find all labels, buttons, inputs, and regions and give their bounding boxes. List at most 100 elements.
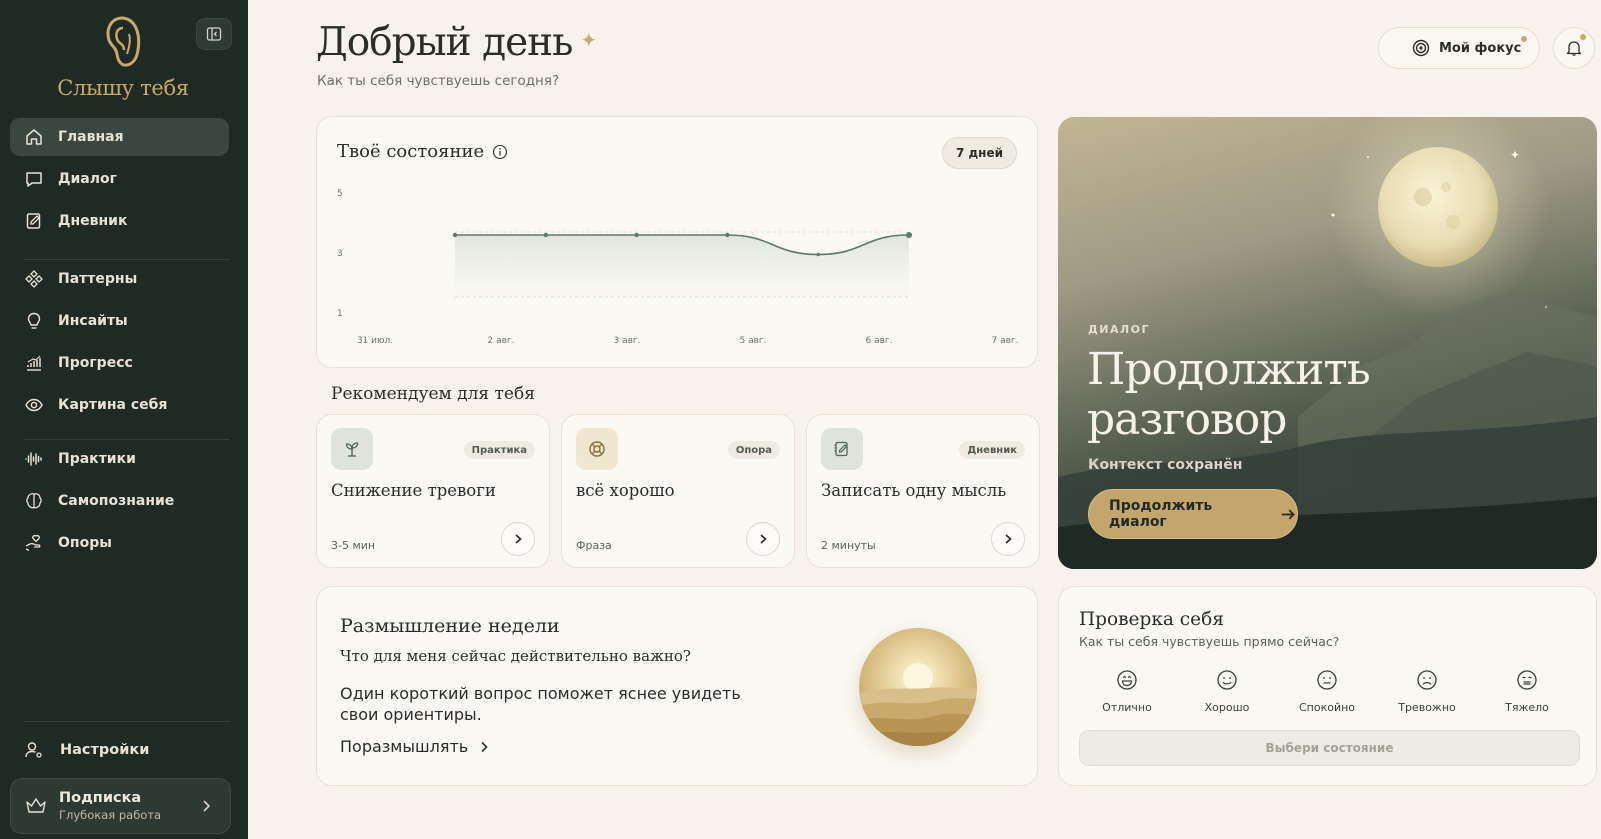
chart-point[interactable]: [906, 232, 912, 238]
greeting-text: Добрый день: [316, 20, 573, 65]
rec-icon-box: [821, 428, 863, 470]
subscription-desc: Глубокая работа: [59, 808, 162, 822]
mood-heavy[interactable]: Тяжело: [1487, 669, 1567, 715]
collapse-sidebar-button[interactable]: [196, 18, 232, 50]
notification-dot: [1521, 36, 1527, 42]
sidebar-item-label: Самопознание: [58, 493, 175, 509]
sidebar-item-insights[interactable]: Инсайты: [10, 302, 229, 340]
target-icon: [1412, 39, 1430, 57]
sparkle-icon: ✦: [580, 27, 597, 52]
mood-label: Отлично: [1102, 701, 1152, 714]
x-tick-label: 3 авг.: [614, 336, 641, 346]
waveform-icon: [25, 452, 42, 466]
user-settings-icon: [25, 742, 42, 758]
rec-card-support[interactable]: Опора всё хорошо Фраза: [561, 414, 795, 568]
rec-card-anxiety[interactable]: Практика Снижение тревоги 3-5 мин: [316, 414, 550, 568]
hero-title-line: Продолжить: [1087, 344, 1371, 395]
crown-icon: [26, 798, 46, 813]
sidebar-item-practices[interactable]: Практики: [10, 440, 229, 478]
continue-dialog-label: Продолжить диалог: [1109, 498, 1213, 530]
mood-good[interactable]: Хорошо: [1187, 669, 1267, 715]
sidebar-item-home[interactable]: Главная: [10, 118, 229, 156]
notifications-button[interactable]: [1553, 27, 1595, 69]
rec-tag: Опора: [727, 441, 780, 459]
rec-icon-box: [576, 428, 618, 470]
subscription-card[interactable]: Подписка Глубокая работа: [10, 778, 231, 834]
sidebar-item-label: Картина себя: [58, 397, 168, 413]
hero-title: Продолжить разговор: [1087, 344, 1371, 445]
brain-icon: [26, 493, 42, 509]
hero-subtitle: Контекст сохранён: [1088, 457, 1243, 473]
sidebar-item-label: Дневник: [58, 213, 128, 229]
chart-point[interactable]: [543, 232, 548, 238]
rec-open-button[interactable]: [501, 522, 535, 556]
arrow-right-icon: [1282, 509, 1296, 519]
chevron-right-icon: [481, 741, 488, 752]
state-chart: 5 3 1 31 июл. 2 авг. 3 авг. 5 авг. 6 авг. 7 авг…: [337, 189, 1019, 346]
sidebar-item-dialog[interactable]: Диалог: [10, 160, 229, 198]
self-check-card: Проверка себя Как ты себя чувствуешь пря…: [1058, 586, 1597, 786]
sidebar-item-label: Главная: [58, 129, 124, 145]
chart-point[interactable]: [452, 232, 458, 238]
eye-icon: [25, 398, 43, 412]
select-state-button[interactable]: Выбери состояние: [1079, 730, 1580, 766]
chart-point[interactable]: [816, 252, 820, 257]
state-card: Твоё состояние 7 дней 531 31 июл. 2 авг. 3…: [316, 116, 1038, 368]
x-tick-label: 2 авг.: [488, 336, 515, 346]
nav-divider: [24, 721, 230, 722]
mood-calm[interactable]: Спокойно: [1287, 669, 1367, 715]
ear-logo-icon: [106, 16, 141, 67]
sidebar-item-label: Паттерны: [58, 271, 138, 287]
sidebar-item-settings[interactable]: Настройки: [10, 730, 229, 770]
mood-anxious[interactable]: Тревожно: [1387, 669, 1467, 715]
chevron-right-icon: [1005, 534, 1012, 544]
rec-open-button[interactable]: [991, 522, 1025, 556]
lifebuoy-icon: [589, 441, 605, 457]
sidebar-item-self-knowledge[interactable]: Самопознание: [10, 482, 229, 520]
rec-meta: 3-5 мин: [331, 539, 376, 552]
chart-point[interactable]: [634, 232, 639, 238]
reflection-title: Размышление недели: [340, 615, 560, 637]
reflection-text: Один короткий вопрос поможет яснее увиде…: [340, 684, 741, 724]
rec-open-button[interactable]: [746, 522, 780, 556]
chart-point[interactable]: [725, 232, 730, 238]
sidebar: Слышу тебя Главная Диалог Дневник Паттер…: [0, 0, 248, 839]
sidebar-item-progress[interactable]: Прогресс: [10, 344, 229, 382]
reflection-question: Что для меня сейчас действительно важно?: [340, 647, 691, 665]
frown-face-icon: [1417, 670, 1437, 690]
patterns-icon: [25, 270, 43, 288]
chevron-right-icon: [760, 534, 767, 544]
dunes-sunrise-image: [859, 628, 977, 746]
rec-name: всё хорошо: [576, 481, 675, 500]
sidebar-item-supports[interactable]: Опоры: [10, 524, 229, 562]
rec-icon-box: [331, 428, 373, 470]
x-tick-label: 7 авг.: [992, 336, 1019, 346]
my-focus-button[interactable]: Мой фокус: [1378, 27, 1540, 69]
sidebar-item-patterns[interactable]: Паттерны: [10, 260, 229, 298]
home-icon: [26, 129, 42, 145]
sidebar-item-journal[interactable]: Дневник: [10, 202, 229, 240]
hero-title-line: разговор: [1087, 394, 1287, 445]
sidebar-item-label: Опоры: [58, 535, 112, 551]
rec-tag: Практика: [463, 441, 535, 459]
chat-icon: [26, 172, 42, 187]
sidebar-item-self-image[interactable]: Картина себя: [10, 386, 229, 424]
continue-dialog-hero: ✦ ДИАЛОГ Продолжить разговор Контекст со…: [1058, 117, 1597, 569]
sidebar-item-label: Практики: [58, 451, 136, 467]
mood-label: Тревожно: [1398, 701, 1456, 714]
mood-label: Хорошо: [1204, 701, 1250, 714]
journal-icon: [26, 213, 41, 229]
brand-name: Слышу тебя: [57, 76, 189, 100]
page-title: Добрый день ✦: [316, 20, 597, 65]
settings-label: Настройки: [60, 742, 150, 758]
chevron-right-icon: [515, 534, 522, 544]
logo[interactable]: Слышу тебя: [48, 14, 198, 100]
rec-name: Снижение тревоги: [331, 481, 496, 500]
rec-name: Записать одну мысль: [821, 481, 1007, 500]
rec-card-journal[interactable]: Дневник Записать одну мысль 2 минуты: [806, 414, 1040, 568]
continue-dialog-button[interactable]: Продолжить диалог: [1088, 489, 1298, 539]
mood-excellent[interactable]: Отлично: [1087, 669, 1167, 715]
sidebar-collapse-icon: [206, 27, 222, 41]
reflect-link[interactable]: Поразмышлять: [340, 737, 492, 756]
support-hand-icon: [25, 534, 41, 552]
